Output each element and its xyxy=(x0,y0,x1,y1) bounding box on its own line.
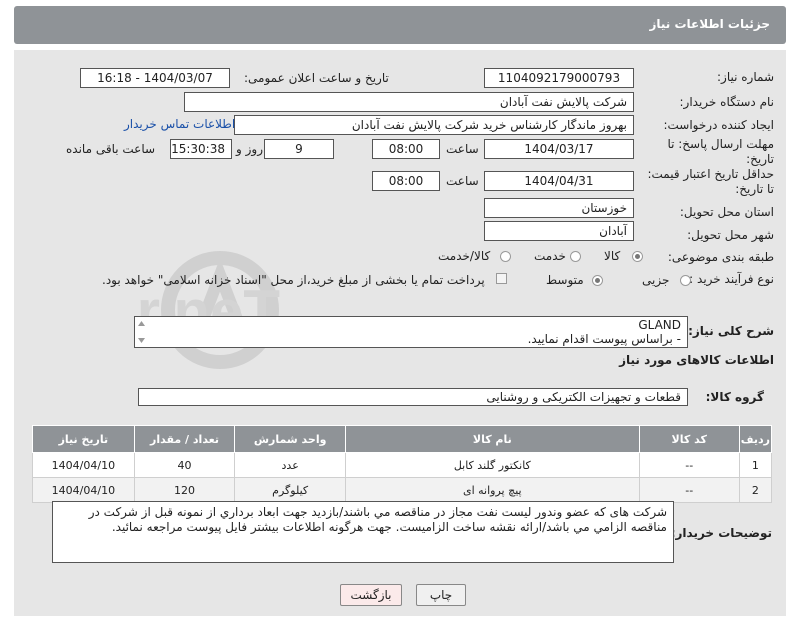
process-radio-minor[interactable] xyxy=(680,275,691,286)
col-name: نام کالا xyxy=(345,425,640,453)
cell-unit: کیلوگرم xyxy=(234,477,346,503)
cell-row: 2 xyxy=(738,477,773,503)
col-qty: تعداد / مقدار xyxy=(133,425,236,453)
price-validity-label: حداقل تاریخ اعتبار قیمت: xyxy=(647,167,774,181)
cell-name: کانکتور گلند کابل xyxy=(345,452,640,478)
province-label: استان محل تحویل: xyxy=(679,205,774,219)
process-label: نوع فرآیند خرید : xyxy=(689,272,774,286)
days-label: روز و xyxy=(236,142,263,156)
table-row: 1 -- کانکتور گلند کابل عدد 40 1404/04/10 xyxy=(32,452,773,478)
province-field: خوزستان xyxy=(484,198,634,218)
description-line-1: GLAND xyxy=(638,318,681,332)
cell-row: 1 xyxy=(738,452,773,478)
goods-table-header: ردیف کد کالا نام کالا واحد شمارش تعداد /… xyxy=(32,425,773,453)
price-date-field: 1404/04/31 xyxy=(484,171,634,191)
deadline-label: مهلت ارسال پاسخ: تا xyxy=(667,137,774,151)
cell-code: -- xyxy=(638,477,740,503)
deadline-time-field: 08:00 xyxy=(372,139,440,159)
need-number-label: شماره نیاز: xyxy=(717,70,774,84)
category-radio-goods[interactable] xyxy=(632,251,643,262)
col-unit: واحد شمارش xyxy=(234,425,346,453)
back-button[interactable]: بازگشت xyxy=(340,584,402,606)
print-button[interactable]: چاپ xyxy=(416,584,466,606)
category-option-both: کالا/خدمت xyxy=(438,249,491,263)
treasury-checkbox[interactable] xyxy=(496,273,507,284)
cell-date: 1404/04/10 xyxy=(32,452,135,478)
process-option-minor: جزیی xyxy=(642,273,670,287)
col-code: کد کالا xyxy=(638,425,740,453)
cell-qty: 40 xyxy=(133,452,236,478)
city-field: آبادان xyxy=(484,221,634,241)
deadline-time-label: ساعت xyxy=(446,142,479,156)
goods-section-title: اطلاعات کالاهای مورد نیاز xyxy=(619,353,774,367)
category-radio-service[interactable] xyxy=(570,251,581,262)
category-radio-both[interactable] xyxy=(500,251,511,262)
col-date: تاریخ نیاز xyxy=(32,425,135,453)
cell-unit: عدد xyxy=(234,452,346,478)
category-label: طبقه بندی موضوعی: xyxy=(667,250,774,264)
cell-name: پیچ پروانه ای xyxy=(345,477,640,503)
announce-label: تاریخ و ساعت اعلان عمومی: xyxy=(244,71,389,85)
process-radio-medium[interactable] xyxy=(592,275,603,286)
scroll-arrows-icon[interactable] xyxy=(137,319,146,345)
description-textarea[interactable]: GLAND - براساس پیوست اقدام نمایید. xyxy=(134,316,688,348)
announce-field: 1404/03/07 - 16:18 xyxy=(80,68,230,88)
city-label: شهر محل تحویل: xyxy=(687,228,774,242)
buyer-notes-label: توضیحات خریدار: xyxy=(670,526,772,540)
goods-table: ردیف کد کالا نام کالا واحد شمارش تعداد /… xyxy=(32,425,773,503)
cell-qty: 120 xyxy=(133,477,236,503)
table-row: 2 -- پیچ پروانه ای کیلوگرم 120 1404/04/1… xyxy=(32,477,773,503)
description-line-2: - براساس پیوست اقدام نمایید. xyxy=(527,332,681,346)
category-option-service: خدمت xyxy=(534,249,566,263)
description-label: شرح کلی نیاز: xyxy=(688,324,774,338)
page-header: جزئیات اطلاعات نیاز xyxy=(14,6,786,44)
cell-code: -- xyxy=(638,452,740,478)
remaining-label: ساعت باقی مانده xyxy=(66,142,156,156)
payment-note: پرداخت تمام یا بخشی از مبلغ خرید،از محل … xyxy=(102,273,485,287)
buyer-field: شرکت پالایش نفت آبادان xyxy=(184,92,634,112)
cell-date: 1404/04/10 xyxy=(32,477,135,503)
goods-group-field: قطعات و تجهیزات الکتریکی و روشنایی xyxy=(138,388,688,406)
deadline-label-2: تاریخ: xyxy=(746,152,774,166)
contact-info-link[interactable]: اطلاعات تماس خریدار xyxy=(124,117,235,131)
process-option-medium: متوسط xyxy=(546,273,584,287)
price-validity-label-2: تا تاریخ: xyxy=(735,182,774,196)
remaining-time-field: 15:30:38 xyxy=(170,139,232,159)
page-title: جزئیات اطلاعات نیاز xyxy=(649,17,770,31)
category-option-goods: کالا xyxy=(604,249,621,263)
deadline-date-field: 1404/03/17 xyxy=(484,139,634,159)
goods-group-label: گروه کالا: xyxy=(705,390,764,404)
days-field: 9 xyxy=(264,139,334,159)
buyer-notes-textarea[interactable]: شرکت های که عضو وندور لیست نفت مجاز در م… xyxy=(52,501,674,563)
creator-field: بهروز ماندگار کارشناس خرید شرکت پالایش ن… xyxy=(234,115,634,135)
need-number-field: 1104092179000793 xyxy=(484,68,634,88)
creator-label: ایجاد کننده درخواست: xyxy=(663,118,774,132)
buyer-label: نام دستگاه خریدار: xyxy=(679,95,775,109)
price-time-label: ساعت xyxy=(446,174,479,188)
price-time-field: 08:00 xyxy=(372,171,440,191)
col-row: ردیف xyxy=(738,425,773,453)
